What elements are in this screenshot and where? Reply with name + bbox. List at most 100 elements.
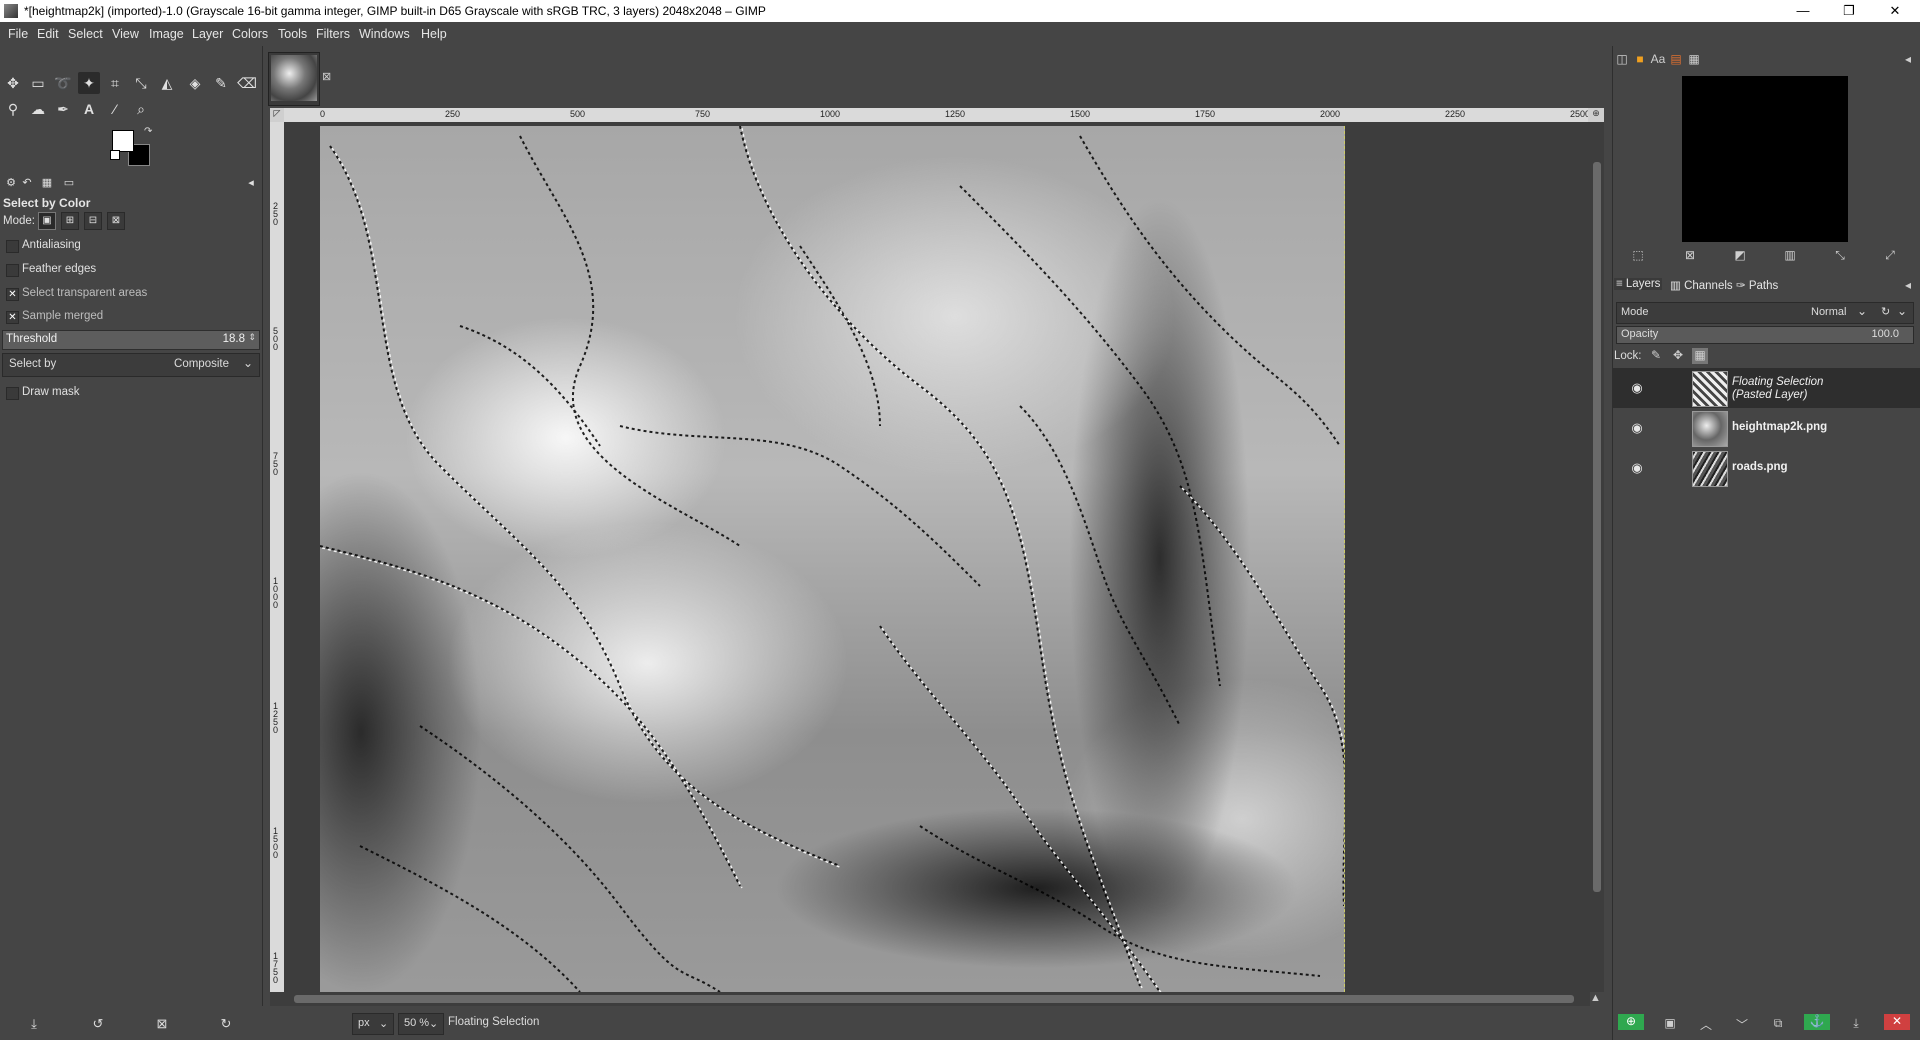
color-picker-icon[interactable]: ⁄ xyxy=(104,98,126,120)
zoom-out-icon[interactable]: ⬚ xyxy=(1630,248,1646,264)
tab-paths[interactable]: ✑ Paths xyxy=(1736,278,1778,292)
menu-help[interactable]: Help xyxy=(421,27,447,41)
warp-icon[interactable]: ◭ xyxy=(156,72,178,94)
mode-subtract-icon[interactable]: ⊟ xyxy=(84,212,102,230)
gradients-tab-icon[interactable]: ▤ xyxy=(1668,52,1684,68)
menu-layer[interactable]: Layer xyxy=(192,27,223,41)
sample-merged-checkbox[interactable]: ✕ xyxy=(6,311,19,324)
shrink-wrap-icon[interactable]: ⤡ xyxy=(1832,248,1848,264)
menu-image[interactable]: Image xyxy=(149,27,184,41)
restore-options-icon[interactable]: ↺ xyxy=(90,1016,106,1032)
fit-window-icon[interactable]: ⤢ xyxy=(1882,248,1898,264)
spin-arrows-icon[interactable]: ⇕ xyxy=(248,332,256,343)
fonts-tab-icon[interactable]: Aa xyxy=(1650,52,1666,68)
tab-channels[interactable]: ▥ Channels xyxy=(1670,278,1733,292)
text-icon[interactable]: A xyxy=(78,98,100,120)
zoom-in-icon[interactable]: ⊠ xyxy=(1682,248,1698,264)
delete-layer-icon[interactable]: ✕ xyxy=(1884,1014,1910,1030)
brushes-tab-icon[interactable]: ▦ xyxy=(40,176,54,190)
canvas-area[interactable] xyxy=(284,122,1590,992)
fuzzy-select-icon[interactable]: ✦ xyxy=(78,72,100,94)
undo-history-tab-icon[interactable]: ↶ xyxy=(20,176,34,190)
rect-select-icon[interactable]: ▭ xyxy=(27,72,49,94)
paintbrush-icon[interactable]: ✎ xyxy=(210,72,232,94)
eraser-icon[interactable]: ⌫ xyxy=(236,72,258,94)
menu-edit[interactable]: Edit xyxy=(37,27,59,41)
horizontal-ruler[interactable]: 0 250 500 750 1000 1250 1500 1750 2000 2… xyxy=(284,108,1590,122)
menu-view[interactable]: View xyxy=(112,27,139,41)
menu-colors[interactable]: Colors xyxy=(232,27,268,41)
mode-add-icon[interactable]: ⊞ xyxy=(61,212,79,230)
navigation-preview[interactable] xyxy=(1682,76,1848,242)
dock-menu-icon[interactable]: ◂ xyxy=(1900,52,1916,68)
new-layer-icon[interactable]: ⊕ xyxy=(1618,1014,1644,1030)
anchor-layer-icon[interactable]: ⚓ xyxy=(1804,1014,1830,1030)
lock-pixels-icon[interactable]: ✎ xyxy=(1648,348,1664,364)
draw-mask-checkbox[interactable] xyxy=(6,387,19,400)
clone-icon[interactable]: ⚲ xyxy=(2,98,24,120)
feather-row[interactable]: Feather edges xyxy=(0,260,262,280)
layer-row[interactable]: ◉ Floating Selection (Pasted Layer) xyxy=(1612,368,1920,408)
dock-menu-icon[interactable]: ◂ xyxy=(244,176,258,190)
antialiasing-checkbox[interactable] xyxy=(6,240,19,253)
bucket-fill-icon[interactable]: ◈ xyxy=(184,72,206,94)
menu-windows[interactable]: Windows xyxy=(359,27,410,41)
delete-options-icon[interactable]: ⊠ xyxy=(154,1016,170,1032)
lower-layer-icon[interactable]: ﹀ xyxy=(1734,1016,1750,1032)
select-by-combo[interactable]: Select by Composite ⌄ xyxy=(2,353,260,377)
eye-icon[interactable]: ◉ xyxy=(1628,420,1646,435)
menu-file[interactable]: File xyxy=(8,27,28,41)
smudge-icon[interactable]: ☁ xyxy=(27,98,49,120)
zoom-fit-icon[interactable]: ◩ xyxy=(1732,248,1748,264)
draw-mask-row[interactable]: Draw mask xyxy=(0,383,262,403)
feather-checkbox[interactable] xyxy=(6,264,19,277)
path-icon[interactable]: ✒ xyxy=(52,98,74,120)
mode-reset-icon[interactable]: ↻ xyxy=(1881,305,1890,318)
lasso-icon[interactable]: ➰ xyxy=(52,72,74,94)
mode-replace-icon[interactable]: ▣ xyxy=(38,212,56,230)
threshold-slider[interactable]: Threshold 18.8 ⇕ xyxy=(2,330,260,350)
crop-icon[interactable]: ⌗ xyxy=(104,72,126,94)
image-tab-thumbnail[interactable] xyxy=(268,52,320,106)
merge-layer-icon[interactable]: ⤓ xyxy=(1848,1016,1864,1032)
close-image-tab-icon[interactable]: ⊠ xyxy=(322,70,331,83)
patterns-tab-icon[interactable]: ■ xyxy=(1632,52,1648,68)
zoom-to-fit-icon[interactable]: ▲ xyxy=(1590,992,1604,1006)
lock-position-icon[interactable]: ✥ xyxy=(1670,348,1686,364)
sample-merged-row[interactable]: ✕ Sample merged xyxy=(0,307,262,327)
images-tab-icon[interactable]: ▭ xyxy=(62,176,76,190)
scroll-thumb[interactable] xyxy=(294,995,1574,1003)
swap-colors-icon[interactable]: ↷ xyxy=(144,126,152,137)
layer-row[interactable]: ◉ roads.png xyxy=(1612,448,1920,488)
antialiasing-row[interactable]: Antialiasing xyxy=(0,236,262,256)
mode-intersect-icon[interactable]: ⊠ xyxy=(107,212,125,230)
reset-options-icon[interactable]: ↻ xyxy=(218,1016,234,1032)
duplicate-layer-icon[interactable]: ⧉ xyxy=(1770,1016,1786,1032)
vertical-scrollbar[interactable] xyxy=(1590,122,1604,992)
save-options-icon[interactable]: ⤓ xyxy=(26,1016,42,1032)
eye-icon[interactable]: ◉ xyxy=(1628,380,1646,395)
dock-menu-icon[interactable]: ◂ xyxy=(1900,278,1916,294)
vertical-ruler[interactable]: 2 5 0 5 0 0 7 5 0 1 0 0 0 1 2 5 0 1 5 0 … xyxy=(270,122,284,992)
move-icon[interactable]: ✥ xyxy=(2,72,24,94)
tab-layers[interactable]: ≡ Layers xyxy=(1614,278,1663,290)
transform-icon[interactable]: ⤡ xyxy=(130,72,152,94)
ruler-corner[interactable]: ◸ xyxy=(270,108,284,122)
navigate-icon[interactable]: ⊕ xyxy=(1588,108,1604,122)
eye-icon[interactable]: ◉ xyxy=(1628,460,1646,475)
foreground-color-swatch[interactable] xyxy=(112,130,134,152)
zoom-icon[interactable]: ⌕ xyxy=(130,98,152,120)
raise-layer-icon[interactable]: ︿ xyxy=(1698,1016,1714,1032)
default-colors-icon[interactable] xyxy=(110,150,120,160)
menu-filters[interactable]: Filters xyxy=(316,27,350,41)
transparent-checkbox[interactable]: ✕ xyxy=(6,288,19,301)
layer-mode-combo[interactable]: Mode Normal ⌄ ↻ ⌄ xyxy=(1616,302,1914,324)
layer-row[interactable]: ◉ heightmap2k.png xyxy=(1612,408,1920,448)
scroll-thumb[interactable] xyxy=(1593,162,1601,892)
opacity-slider[interactable]: Opacity 100.0 xyxy=(1616,326,1914,344)
zoom-100-icon[interactable]: ▥ xyxy=(1782,248,1798,264)
navigation-tab-icon[interactable]: ◫ xyxy=(1614,52,1630,68)
zoom-combo[interactable]: 50 % ⌄ xyxy=(398,1013,444,1035)
lock-alpha-icon[interactable]: ▦ xyxy=(1692,348,1708,364)
image-canvas[interactable] xyxy=(320,126,1345,992)
